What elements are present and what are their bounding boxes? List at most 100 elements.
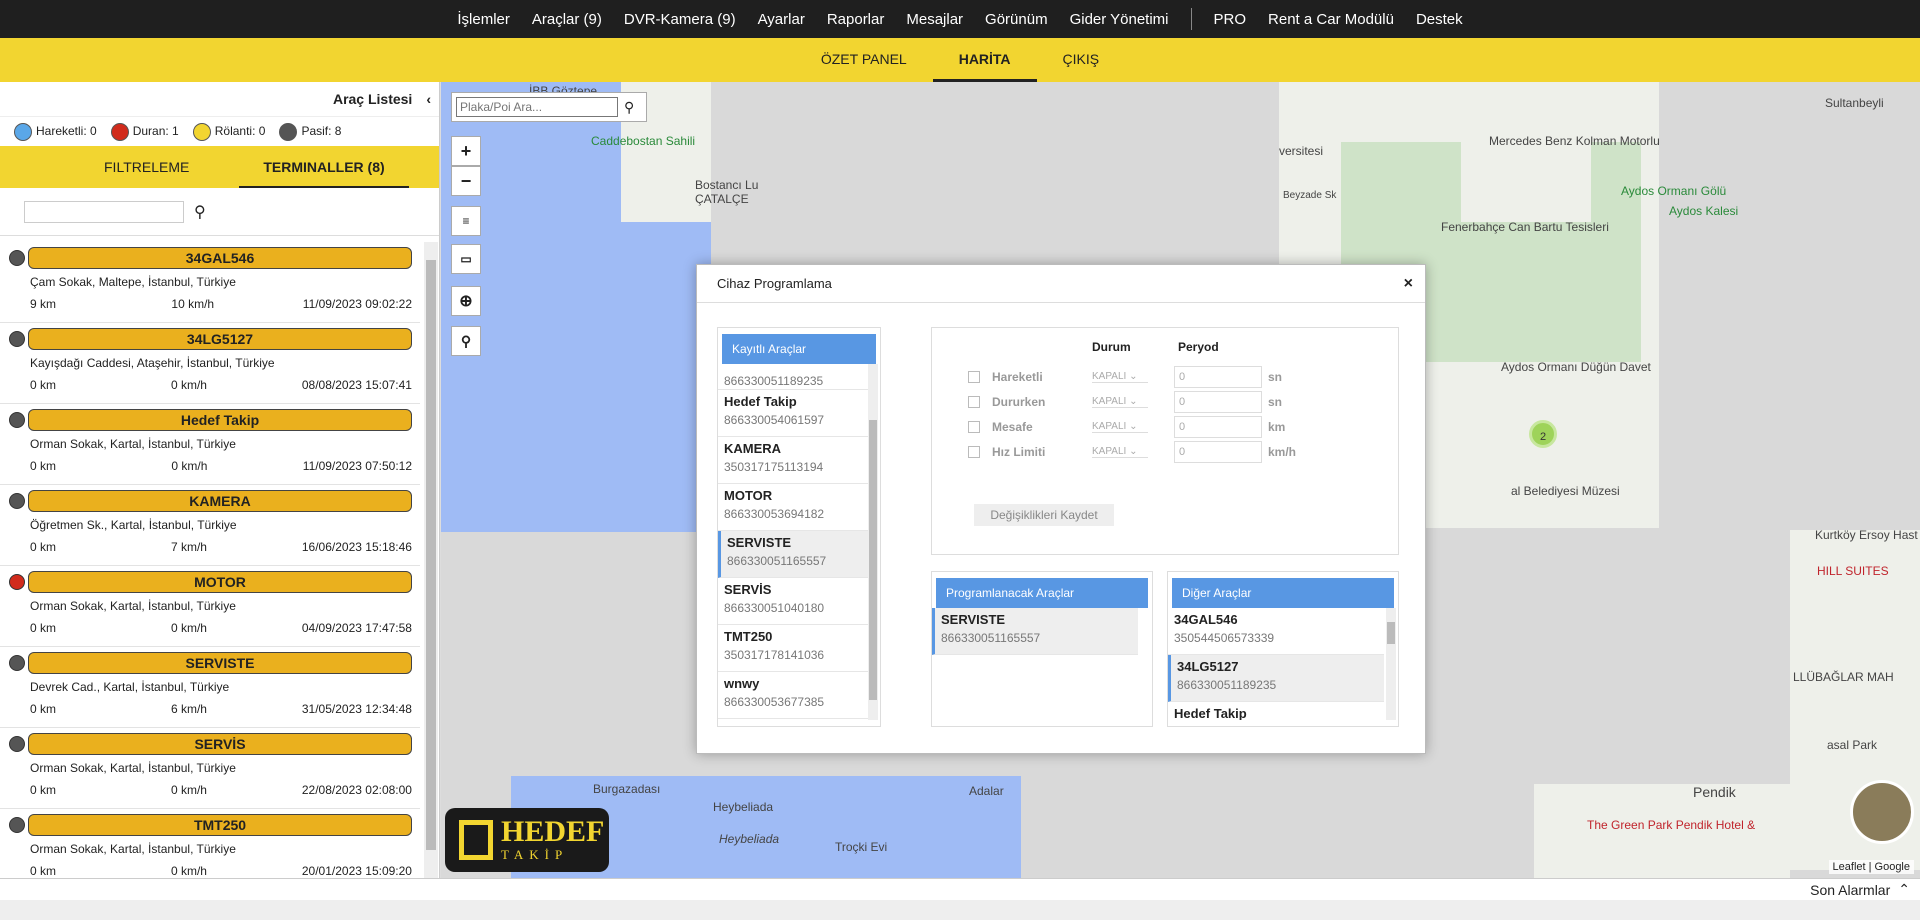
nav-item[interactable]: Görünüm <box>985 11 1048 28</box>
search-map-icon[interactable]: ⚲ <box>451 326 481 356</box>
nav-item[interactable]: Gider Yönetimi <box>1070 11 1169 28</box>
nav-item[interactable]: Araçlar (9) <box>532 11 602 28</box>
vehicle-list-item[interactable]: 34LG5127 Kayışdağı Caddesi, Ataşehir, İs… <box>0 323 420 404</box>
others-list: 34GAL546 350544506573339 34LG5127 866330051… <box>1168 608 1384 720</box>
save-changes-button[interactable]: Değişiklikleri Kaydet <box>974 504 1114 526</box>
status-column-header: Durum <box>1092 340 1131 354</box>
vehicle-name[interactable]: 34GAL546 <box>28 247 412 269</box>
vehicle-speed: 0 km/h <box>170 783 207 797</box>
vehicle-speed: 10 km/h <box>171 297 215 311</box>
vehicle-name[interactable]: SERVİS <box>28 733 412 755</box>
setting-checkbox[interactable] <box>968 421 980 433</box>
vehicle-name[interactable]: 34LG5127 <box>28 328 412 350</box>
nav-item[interactable]: Rent a Car Modülü <box>1268 11 1394 28</box>
ruler-icon[interactable]: ▭ <box>451 244 481 274</box>
map-label: Pendik <box>1693 784 1736 800</box>
vehicle-status-icon <box>9 250 25 266</box>
subnav-tab[interactable]: ÖZET PANEL <box>795 38 933 82</box>
collapse-chevron-icon[interactable]: ‹ <box>426 91 431 107</box>
street-view-avatar[interactable] <box>1850 780 1914 844</box>
vehicle-timestamp: 11/09/2023 07:50:12 <box>302 459 412 473</box>
setting-checkbox[interactable] <box>968 446 980 458</box>
recent-alarms-label[interactable]: Son Alarmlar <box>1810 882 1890 898</box>
period-column-header: Peryod <box>1178 340 1219 354</box>
device-list-item[interactable]: TMT250 350317178141036 <box>718 625 868 672</box>
device-list-item[interactable]: KAMERA 350317175113194 <box>718 437 868 484</box>
search-icon[interactable]: ⚲ <box>194 202 206 222</box>
vehicle-timestamp: 16/06/2023 15:18:46 <box>301 540 412 554</box>
vehicle-name[interactable]: MOTOR <box>28 571 412 593</box>
vehicle-list-item[interactable]: KAMERA Öğretmen Sk., Kartal, İstanbul, T… <box>0 485 420 566</box>
modal-header: Cihaz Programlama × <box>697 265 1425 303</box>
map-label: Fenerbahçe Can Bartu Tesisleri <box>1441 220 1609 234</box>
vehicle-name[interactable]: KAMERA <box>28 490 412 512</box>
vehicle-cluster-marker[interactable]: 2 <box>1529 420 1557 448</box>
vehicle-list-item[interactable]: SERVISTE Devrek Cad., Kartal, İstanbul, … <box>0 647 420 728</box>
setting-period-input[interactable]: 0 <box>1174 391 1262 413</box>
setting-period-input[interactable]: 0 <box>1174 416 1262 438</box>
map-label: versitesi <box>1279 144 1324 158</box>
nav-item[interactable]: DVR-Kamera (9) <box>624 11 736 28</box>
legend-passive: Pasif: 8 <box>279 122 341 141</box>
vehicle-list-item[interactable]: Hedef Takip Orman Sokak, Kartal, İstanbu… <box>0 404 420 485</box>
subnav-tab[interactable]: ÇIKIŞ <box>1037 38 1126 82</box>
others-scrollbar[interactable] <box>1386 608 1396 720</box>
vehicle-list-item[interactable]: TMT250 Orman Sokak, Kartal, İstanbul, Tü… <box>0 809 420 878</box>
scrollbar-thumb[interactable] <box>426 260 436 850</box>
vehicle-speed: 0 km/h <box>170 864 207 878</box>
setting-period-input[interactable]: 0 <box>1174 366 1262 388</box>
device-list-item[interactable]: Hedef Takip 866330054061597 <box>718 390 868 437</box>
registered-scrollbar[interactable] <box>868 364 878 720</box>
hedef-takip-logo: HEDEF TAKİP <box>445 808 609 872</box>
nav-item[interactable]: Raporlar <box>827 11 885 28</box>
tab-filter[interactable]: FILTRELEME <box>80 146 213 188</box>
setting-checkbox[interactable] <box>968 371 980 383</box>
zoom-in-button[interactable]: + <box>451 136 481 166</box>
device-list-item[interactable]: 866330051189235 <box>718 364 868 390</box>
vehicle-list-item[interactable]: SERVİS Orman Sokak, Kartal, İstanbul, Tü… <box>0 728 420 809</box>
search-icon[interactable]: ⚲ <box>624 99 634 116</box>
vehicle-name[interactable]: TMT250 <box>28 814 412 836</box>
vehicle-search-input[interactable] <box>24 200 184 223</box>
setting-checkbox[interactable] <box>968 396 980 408</box>
map-attribution[interactable]: Leaflet | Google <box>1828 860 1914 874</box>
vehicle-name[interactable]: Hedef Takip <box>28 409 412 431</box>
nav-item[interactable]: Ayarlar <box>758 11 805 28</box>
device-imei: 866330053677385 <box>724 695 825 709</box>
zoom-out-button[interactable]: − <box>451 166 481 196</box>
vehicle-list-item[interactable]: 34GAL546 Çam Sokak, Maltepe, İstanbul, T… <box>0 242 420 323</box>
device-list-item[interactable]: wnwy 866330053677385 <box>718 672 868 719</box>
map-search-box: ⚲ <box>451 92 647 122</box>
setting-period-input[interactable]: 0 <box>1174 441 1262 463</box>
vehicle-status-icon <box>9 817 25 833</box>
vehicle-list-item[interactable]: MOTOR Orman Sokak, Kartal, İstanbul, Tür… <box>0 566 420 647</box>
vehicle-list-scrollbar[interactable] <box>424 242 438 878</box>
setting-status-select[interactable]: KAPALI ⌄ <box>1092 396 1148 408</box>
nav-item[interactable]: Mesajlar <box>906 11 963 28</box>
close-icon[interactable]: × <box>1404 275 1413 293</box>
setting-status-select[interactable]: KAPALI ⌄ <box>1092 371 1148 383</box>
subnav-tab[interactable]: HARİTA <box>932 38 1037 82</box>
chevron-up-icon[interactable]: ⌃ <box>1898 881 1910 898</box>
plate-poi-search-input[interactable] <box>456 97 618 117</box>
nav-item[interactable]: PRO <box>1214 11 1247 28</box>
nav-item[interactable]: Destek <box>1416 11 1463 28</box>
vehicle-speed: 0 km/h <box>170 378 207 392</box>
vehicle-name[interactable]: SERVISTE <box>28 652 412 674</box>
device-list-item[interactable]: SERVISTE 866330051165557 <box>932 608 1138 655</box>
vehicle-timestamp: 31/05/2023 12:34:48 <box>301 702 412 716</box>
zoom-box-icon[interactable]: ⊕ <box>451 286 481 316</box>
vehicle-distance: 0 km <box>30 378 57 392</box>
device-list-item[interactable]: MOTOR 866330053694182 <box>718 484 868 531</box>
setting-status-select[interactable]: KAPALI ⌄ <box>1092 446 1148 458</box>
device-list-item[interactable]: Hedef Takip <box>1168 702 1384 720</box>
vehicle-status-icon <box>9 574 25 590</box>
tab-terminals[interactable]: TERMINALLER (8) <box>239 146 409 188</box>
device-list-item[interactable]: 34GAL546 350544506573339 <box>1168 608 1384 655</box>
device-list-item[interactable]: SERVİS 866330051040180 <box>718 578 868 625</box>
device-list-item[interactable]: SERVISTE 866330051165557 <box>718 531 868 578</box>
setting-status-select[interactable]: KAPALI ⌄ <box>1092 421 1148 433</box>
nav-item[interactable]: İşlemler <box>457 11 510 28</box>
device-list-item[interactable]: 34LG5127 866330051189235 <box>1168 655 1384 702</box>
layers-menu-icon[interactable]: ≡ <box>451 206 481 236</box>
